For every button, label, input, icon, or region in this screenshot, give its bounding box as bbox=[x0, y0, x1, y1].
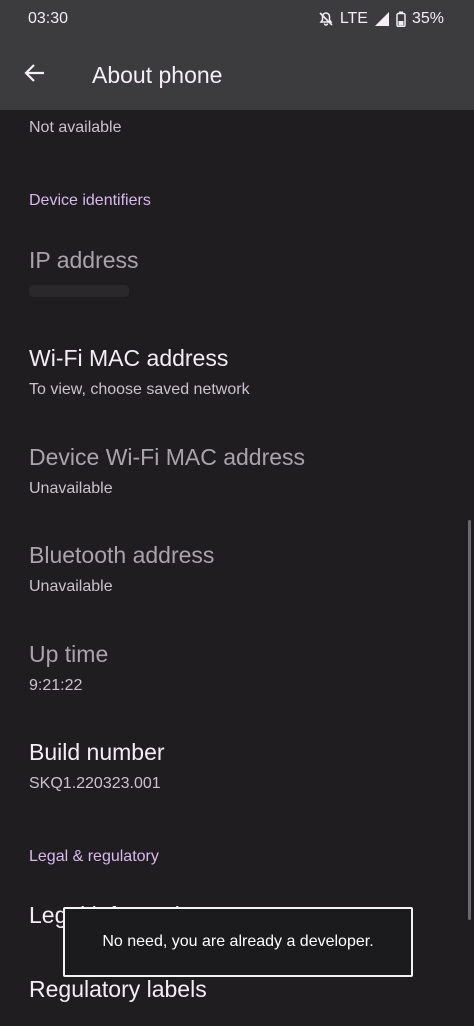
status-time: 03:30 bbox=[28, 10, 69, 27]
battery-icon bbox=[396, 11, 406, 27]
build-number-title: Build number bbox=[29, 739, 165, 765]
back-button[interactable] bbox=[16, 56, 54, 94]
page-title: About phone bbox=[92, 62, 223, 88]
previous-item-summary: Not available bbox=[29, 119, 122, 136]
wifi-mac-address-summary: To view, choose saved network bbox=[29, 381, 250, 398]
network-type: LTE bbox=[339, 10, 368, 27]
section-header-legal-regulatory: Legal & regulatory bbox=[29, 848, 159, 865]
build-number-summary: SKQ1.220323.001 bbox=[29, 775, 161, 792]
status-icons: LTE 35% bbox=[318, 10, 444, 28]
up-time-item[interactable]: Up time 9:21:22 bbox=[0, 641, 474, 737]
ip-address-item[interactable]: IP address bbox=[0, 247, 474, 343]
wifi-mac-address-item[interactable]: Wi-Fi MAC address To view, choose saved … bbox=[0, 345, 474, 441]
app-bar: About phone bbox=[0, 40, 474, 110]
scrollbar[interactable] bbox=[468, 520, 471, 920]
bluetooth-address-summary: Unavailable bbox=[29, 578, 113, 595]
bluetooth-address-title: Bluetooth address bbox=[29, 542, 215, 568]
signal-icon bbox=[374, 11, 390, 27]
up-time-title: Up time bbox=[29, 641, 109, 667]
toast-message: No need, you are already a developer. bbox=[63, 907, 413, 977]
ip-address-value-redacted bbox=[29, 285, 129, 297]
regulatory-labels-title: Regulatory labels bbox=[29, 976, 207, 1002]
settings-list[interactable]: Not available Device identifiers IP addr… bbox=[0, 110, 474, 1026]
bluetooth-address-item[interactable]: Bluetooth address Unavailable bbox=[0, 542, 474, 638]
build-number-item[interactable]: Build number SKQ1.220323.001 bbox=[0, 739, 474, 835]
device-wifi-mac-address-summary: Unavailable bbox=[29, 480, 113, 497]
battery-percent: 35% bbox=[411, 10, 444, 27]
regulatory-labels-item[interactable]: Regulatory labels bbox=[0, 976, 474, 1026]
device-wifi-mac-address-item[interactable]: Device Wi-Fi MAC address Unavailable bbox=[0, 444, 474, 540]
status-bar: 03:30 LTE 35% bbox=[0, 0, 474, 40]
toast-text: No need, you are already a developer. bbox=[102, 933, 374, 950]
wifi-mac-address-title: Wi-Fi MAC address bbox=[29, 345, 229, 371]
ip-address-title: IP address bbox=[29, 247, 139, 273]
arrow-left-icon bbox=[24, 62, 46, 89]
up-time-summary: 9:21:22 bbox=[29, 677, 83, 694]
device-wifi-mac-address-title: Device Wi-Fi MAC address bbox=[29, 444, 306, 470]
section-header-device-identifiers: Device identifiers bbox=[29, 192, 151, 209]
silent-mode-icon bbox=[318, 11, 334, 27]
